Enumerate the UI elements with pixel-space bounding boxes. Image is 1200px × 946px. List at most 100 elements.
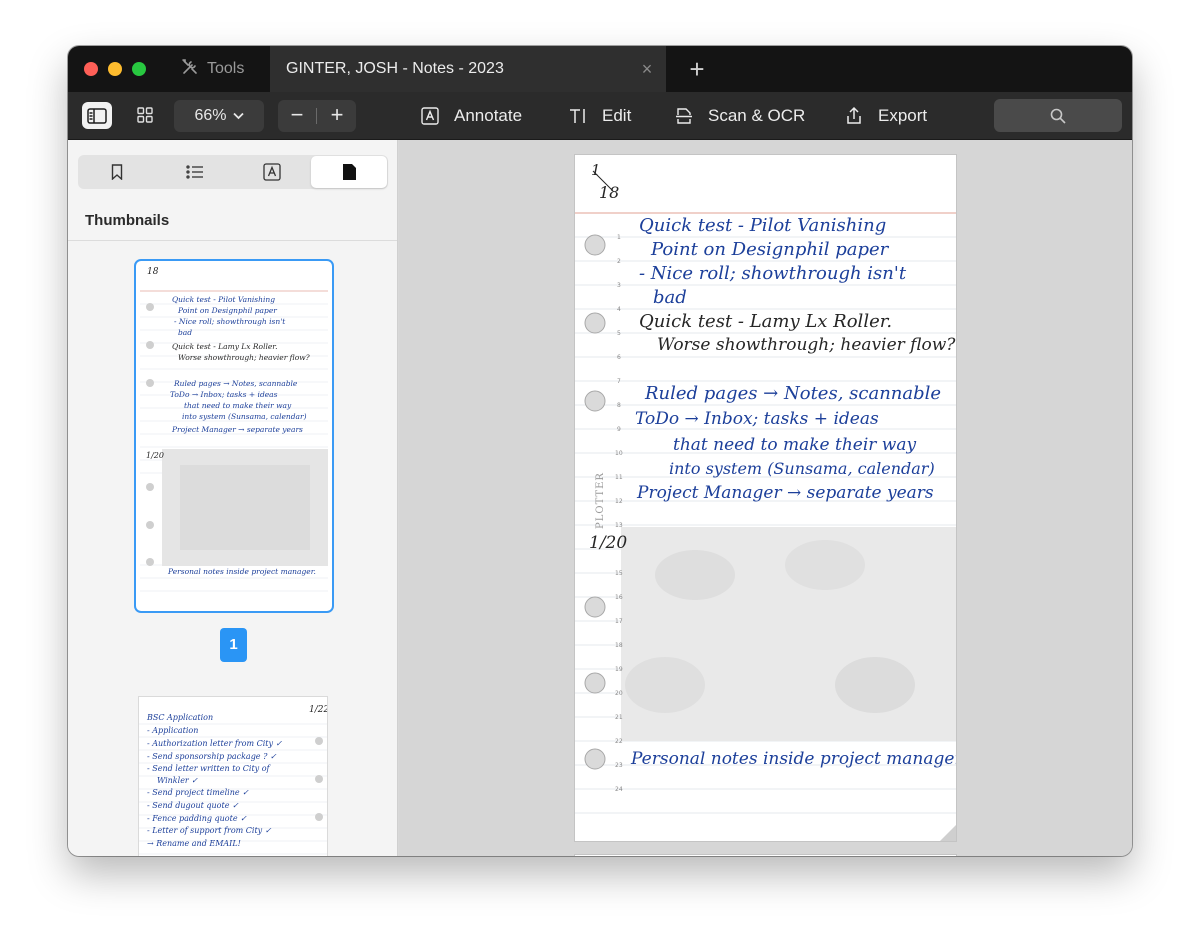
row-number: 2	[617, 258, 621, 265]
note-line: - Nice roll; showthrough isn't	[639, 263, 907, 284]
row-number: 20	[615, 690, 623, 697]
thumb2-line: BSC Application	[147, 713, 214, 722]
thumb2-line: - Application	[147, 726, 199, 735]
scan-ocr-button[interactable]: Scan & OCR	[674, 100, 805, 132]
row-number: 15	[615, 570, 623, 577]
row-number: 3	[617, 282, 621, 289]
thumbnail-page-image: 18 Quick test - Pilot Vanishing Point on…	[140, 265, 328, 607]
page-thumbnail-1[interactable]: 18 Quick test - Pilot Vanishing Point on…	[134, 259, 334, 613]
zoom-out-button[interactable]: −	[278, 100, 316, 132]
note-line: Quick test - Pilot Vanishing	[639, 215, 887, 236]
share-icon	[847, 106, 861, 124]
row-number: 9	[617, 426, 621, 433]
thumb-date-mid: 1/20	[146, 451, 164, 460]
thumb2-line: - Authorization letter from City ✓	[147, 739, 283, 748]
outline-icon	[186, 165, 203, 179]
grid-icon	[137, 107, 153, 123]
thumb2-line: → Rename and EMAIL!	[147, 839, 241, 848]
sidebar-title: Thumbnails	[85, 212, 170, 229]
app-window: Tools GINTER, JOSH - Notes - 2023 × + 66…	[68, 46, 1132, 856]
search-icon	[1050, 108, 1066, 124]
sidebar-icon	[87, 107, 107, 124]
thumb-line: ToDo → Inbox; tasks + ideas	[170, 390, 278, 399]
sidebar: Thumbnails 18 Quick test - Pilot Vanishi…	[68, 140, 398, 856]
toolbar: 66% − + Annotate Edit Scan & OCR Export	[68, 92, 1132, 140]
edit-text-icon	[570, 109, 585, 123]
edit-label: Edit	[602, 106, 632, 125]
thumb-line: that need to make their way	[184, 401, 292, 410]
row-number: 4	[617, 306, 621, 313]
thumb-line: - Nice roll; showthrough isn't	[174, 317, 286, 326]
row-number: 21	[615, 714, 623, 721]
row-number: 11	[615, 474, 623, 481]
thumb-line: bad	[178, 328, 193, 337]
zoom-in-button[interactable]: +	[318, 100, 356, 132]
sidebar-segmented-control	[78, 155, 388, 189]
row-number: 16	[615, 594, 623, 601]
annotate-icon	[421, 107, 439, 125]
scan-icon	[676, 108, 692, 124]
thumb2-line: - Send sponsorship package ? ✓	[147, 752, 277, 761]
close-tab-icon[interactable]: ×	[638, 60, 656, 78]
document-view[interactable]: 1 2 3 4 5 6 7 8 9 10 11 12 13 15 16 17 1…	[399, 140, 1132, 856]
tab-annotations[interactable]	[234, 156, 310, 188]
note-line: Ruled pages → Notes, scannable	[645, 383, 942, 404]
document-page-1: 1 2 3 4 5 6 7 8 9 10 11 12 13 15 16 17 1…	[574, 154, 957, 842]
tab-tools-label: Tools	[207, 60, 245, 77]
page-number-badge: 1	[220, 628, 247, 662]
thumb2-line: - Send letter written to City of	[147, 764, 270, 773]
edit-button[interactable]: Edit	[568, 100, 631, 132]
thumb2-line: Winkler ✓	[157, 776, 199, 785]
thumb-line: Quick test - Pilot Vanishing	[172, 295, 276, 304]
tab-outline[interactable]	[157, 156, 233, 188]
row-number: 23	[615, 762, 623, 769]
thumb2-line: - Send dugout quote ✓	[147, 801, 239, 810]
tab-tools[interactable]: Tools	[180, 46, 270, 92]
toggle-sidebar-button[interactable]	[82, 102, 112, 129]
row-number: 24	[615, 786, 623, 793]
thumb2-line: - Fence padding quote ✓	[147, 814, 247, 823]
annotate-label: Annotate	[454, 106, 523, 125]
thumb2-line: - Letter of support from City ✓	[147, 826, 272, 835]
grid-view-button[interactable]	[134, 104, 156, 126]
note-line: Quick test - Lamy Lx Roller.	[639, 311, 893, 332]
row-number: 12	[615, 498, 623, 505]
search-field[interactable]	[994, 99, 1122, 132]
tab-bar: Tools GINTER, JOSH - Notes - 2023 × +	[68, 46, 1132, 92]
note-line: bad	[653, 287, 687, 308]
zoom-select[interactable]: 66%	[174, 100, 264, 132]
zoom-window-button[interactable]	[132, 62, 146, 76]
tab-bookmarks[interactable]	[79, 156, 155, 188]
page-thumbnail-2[interactable]: 1/22 BSC Application - Application - Aut…	[138, 696, 328, 856]
note-line: that need to make their way	[673, 435, 917, 455]
thumb-line: Ruled pages → Notes, scannable	[174, 379, 298, 388]
row-number: 1	[617, 234, 621, 241]
row-number: 7	[617, 378, 621, 385]
minimize-window-button[interactable]	[108, 62, 122, 76]
scan-ocr-label: Scan & OCR	[708, 106, 806, 125]
note-line: into system (Sunsama, calendar)	[669, 459, 935, 478]
annotations-icon	[263, 163, 281, 181]
bookmark-icon	[111, 164, 123, 180]
row-number: 19	[615, 666, 623, 673]
thumb-line: into system (Sunsama, calendar)	[182, 412, 307, 421]
note-line: Worse showthrough; heavier flow?	[657, 335, 956, 355]
tab-document[interactable]: GINTER, JOSH - Notes - 2023 ×	[270, 46, 666, 92]
thumb-date-top: 18	[147, 267, 159, 277]
tab-thumbnails[interactable]	[311, 156, 387, 188]
row-number: 18	[615, 642, 623, 649]
close-window-button[interactable]	[84, 62, 98, 76]
note-line: Project Manager → separate years	[637, 483, 934, 503]
export-button[interactable]: Export	[844, 100, 927, 132]
paper-brand: PLOTTER	[595, 472, 606, 529]
thumb-line: Worse showthrough; heavier flow?	[178, 353, 310, 362]
note-line: ToDo → Inbox; tasks + ideas	[635, 409, 879, 429]
annotate-button[interactable]: Annotate	[420, 100, 522, 132]
sidebar-divider	[68, 240, 397, 241]
row-number: 10	[615, 450, 623, 457]
date-mid: 1/20	[589, 533, 628, 553]
zoom-stepper: − +	[278, 100, 356, 132]
new-tab-button[interactable]: +	[686, 56, 708, 82]
row-number: 6	[617, 354, 621, 361]
document-page-2	[574, 854, 957, 856]
